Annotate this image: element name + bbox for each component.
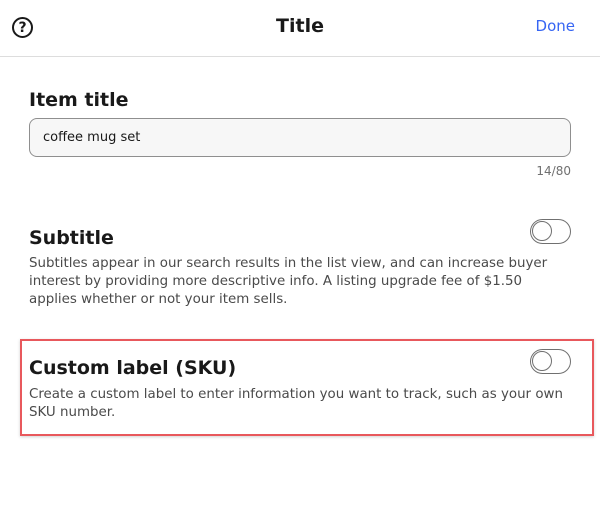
header-bar: ? Title Done [0, 0, 600, 57]
subtitle-description: Subtitles appear in our search results i… [29, 256, 548, 307]
page-title: Title [276, 15, 324, 37]
done-button[interactable]: Done [536, 17, 575, 35]
custom-label-toggle[interactable] [530, 349, 571, 374]
custom-label-description: Create a custom label to enter informati… [29, 387, 563, 420]
custom-label-heading: Custom label (SKU) [29, 357, 237, 379]
title-settings-panel: ? Title Done Item title 14/80 Subtitle S… [0, 0, 600, 510]
toggle-knob [532, 221, 552, 241]
character-count: 14/80 [536, 164, 571, 178]
item-title-input[interactable] [29, 118, 571, 157]
item-title-heading: Item title [29, 89, 129, 111]
subtitle-heading: Subtitle [29, 227, 114, 249]
subtitle-toggle[interactable] [530, 219, 571, 244]
toggle-knob [532, 351, 552, 371]
